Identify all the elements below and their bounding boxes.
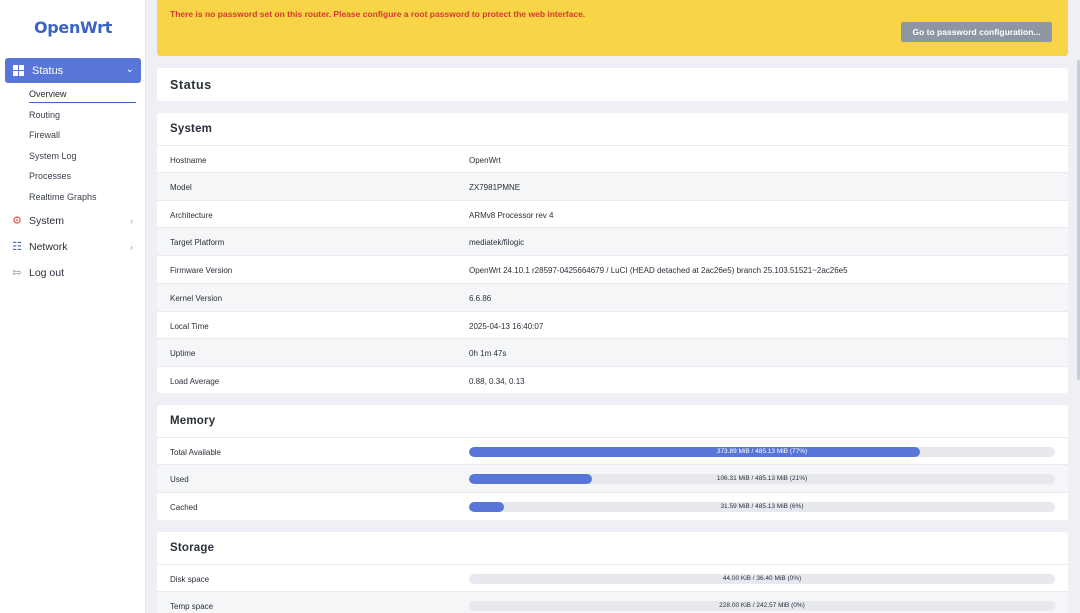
row-value: 0.88, 0.34, 0.13	[469, 377, 525, 386]
sidebar-subitem-overview[interactable]: Overview	[29, 89, 67, 99]
progress-label: 228.00 KiB / 242.57 MiB (0%)	[719, 602, 805, 609]
dashboard-icon	[13, 65, 24, 76]
status-header-card: Status	[157, 68, 1068, 101]
table-row: Load Average 0.88, 0.34, 0.13	[157, 366, 1068, 394]
row-key: Uptime	[170, 349, 196, 358]
memory-card: Memory Total Available 373.89 MiB / 485.…	[157, 405, 1068, 520]
sidebar: OpenWrt Status ⌄ Overview Routing Firewa…	[0, 0, 146, 613]
progress-label: 106.31 MiB / 485.13 MiB (21%)	[716, 475, 808, 482]
gear-icon: ⚙	[12, 215, 22, 227]
storage-title: Storage	[170, 542, 215, 554]
table-row: Local Time 2025-04-13 16:40:07	[157, 311, 1068, 339]
row-key: Disk space	[170, 575, 210, 584]
row-key: Cached	[170, 503, 198, 512]
progress-bar: 106.31 MiB / 485.13 MiB (21%)	[469, 474, 1055, 484]
logo[interactable]: OpenWrt	[0, 18, 146, 37]
sidebar-item-label: System	[29, 214, 65, 227]
table-row: Total Available 373.89 MiB / 485.13 MiB …	[157, 437, 1068, 465]
chevron-right-icon: ›	[130, 215, 133, 226]
table-row: Uptime 0h 1m 47s	[157, 338, 1068, 366]
row-key: Used	[170, 475, 189, 484]
progress-bar: 228.00 KiB / 242.57 MiB (0%)	[469, 601, 1055, 611]
row-key: Load Average	[170, 377, 220, 386]
row-value: ARMv8 Processor rev 4	[469, 211, 554, 220]
row-key: Hostname	[170, 156, 207, 165]
row-value: OpenWrt 24.10.1 r28597-0425664679 / LuCI…	[469, 266, 848, 275]
sidebar-subitem-system-log[interactable]: System Log	[29, 151, 77, 161]
table-row: Firmware Version OpenWrt 24.10.1 r28597-…	[157, 255, 1068, 283]
row-key: Architecture	[170, 211, 213, 220]
sidebar-subitem-realtime-graphs[interactable]: Realtime Graphs	[29, 192, 97, 202]
active-indicator	[29, 102, 136, 103]
table-row: Kernel Version 6.6.86	[157, 283, 1068, 311]
sidebar-item-label: Log out	[29, 266, 65, 279]
table-row: Cached 31.59 MiB / 485.13 MiB (6%)	[157, 492, 1068, 520]
sidebar-subitem-firewall[interactable]: Firewall	[29, 130, 60, 140]
row-key: Target Platform	[170, 238, 225, 247]
row-key: Model	[170, 183, 192, 192]
row-value: OpenWrt	[469, 156, 501, 165]
system-card: System Hostname OpenWrt Model ZX7981PMNE…	[157, 113, 1068, 393]
memory-title: Memory	[170, 415, 216, 427]
sidebar-subitem-processes[interactable]: Processes	[29, 171, 71, 181]
table-row: Disk space 44.00 KiB / 36.40 MiB (0%)	[157, 564, 1068, 592]
row-key: Temp space	[170, 602, 214, 611]
sidebar-item-label: Network	[29, 240, 68, 253]
row-value: 6.6.86	[469, 294, 492, 303]
progress-bar: 44.00 KiB / 36.40 MiB (0%)	[469, 574, 1055, 584]
storage-card: Storage Disk space 44.00 KiB / 36.40 MiB…	[157, 532, 1068, 613]
row-key: Firmware Version	[170, 266, 233, 275]
sidebar-item-status[interactable]: Status ⌄	[5, 58, 141, 83]
progress-bar: 31.59 MiB / 485.13 MiB (6%)	[469, 502, 1055, 512]
row-value: 2025-04-13 16:40:07	[469, 322, 544, 331]
progress-label: 44.00 KiB / 36.40 MiB (0%)	[722, 575, 802, 582]
progress-label: 373.89 MiB / 485.13 MiB (77%)	[716, 448, 808, 455]
sidebar-subitem-routing[interactable]: Routing	[29, 110, 60, 120]
table-row: Temp space 228.00 KiB / 242.57 MiB (0%)	[157, 591, 1068, 613]
alert-message: There is no password set on this router.…	[170, 9, 586, 19]
table-row: Model ZX7981PMNE	[157, 172, 1068, 200]
chevron-right-icon: ›	[130, 241, 133, 252]
row-key: Local Time	[170, 322, 209, 331]
progress-bar: 373.89 MiB / 485.13 MiB (77%)	[469, 447, 1055, 457]
table-row: Used 106.31 MiB / 485.13 MiB (21%)	[157, 464, 1068, 492]
row-value: ZX7981PMNE	[469, 183, 521, 192]
password-config-button[interactable]: Go to password configuration...	[901, 22, 1052, 42]
password-warning-alert: There is no password set on this router.…	[157, 0, 1068, 56]
sidebar-item-label: Status	[32, 64, 64, 77]
network-icon: ☷	[12, 241, 22, 253]
row-value: mediatek/filogic	[469, 238, 525, 247]
logout-icon: ⇰	[12, 267, 22, 279]
system-title: System	[170, 123, 213, 135]
row-key: Kernel Version	[170, 294, 223, 303]
chevron-down-icon: ⌄	[125, 64, 134, 75]
row-key: Total Available	[170, 448, 221, 457]
table-row: Hostname OpenWrt	[157, 145, 1068, 173]
table-row: Target Platform mediatek/filogic	[157, 227, 1068, 255]
table-row: Architecture ARMv8 Processor rev 4	[157, 200, 1068, 228]
progress-label: 31.59 MiB / 485.13 MiB (6%)	[720, 503, 804, 510]
sidebar-item-network[interactable]: ☷ Network ›	[11, 240, 136, 254]
row-value: 0h 1m 47s	[469, 349, 507, 358]
sidebar-item-system[interactable]: ⚙ System ›	[11, 214, 136, 228]
page-title: Status	[170, 78, 212, 92]
sidebar-item-logout[interactable]: ⇰ Log out	[11, 266, 136, 280]
